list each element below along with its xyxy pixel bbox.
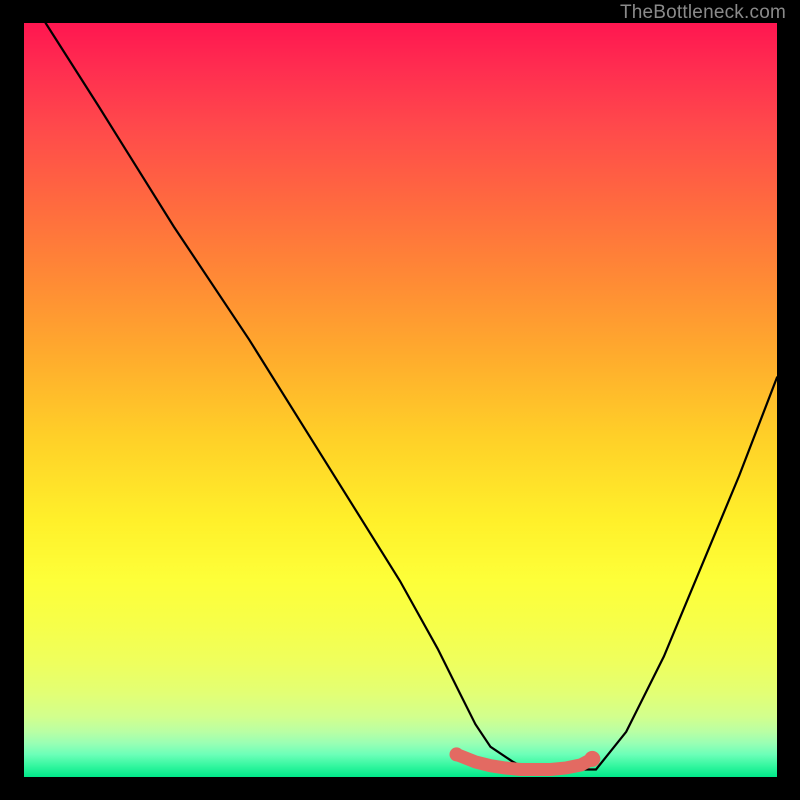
x-axis	[23, 777, 777, 778]
y-axis	[23, 23, 24, 777]
watermark-text: TheBottleneck.com	[620, 2, 786, 24]
plot-background	[23, 23, 777, 777]
chart-stage: TheBottleneck.com	[0, 0, 800, 800]
